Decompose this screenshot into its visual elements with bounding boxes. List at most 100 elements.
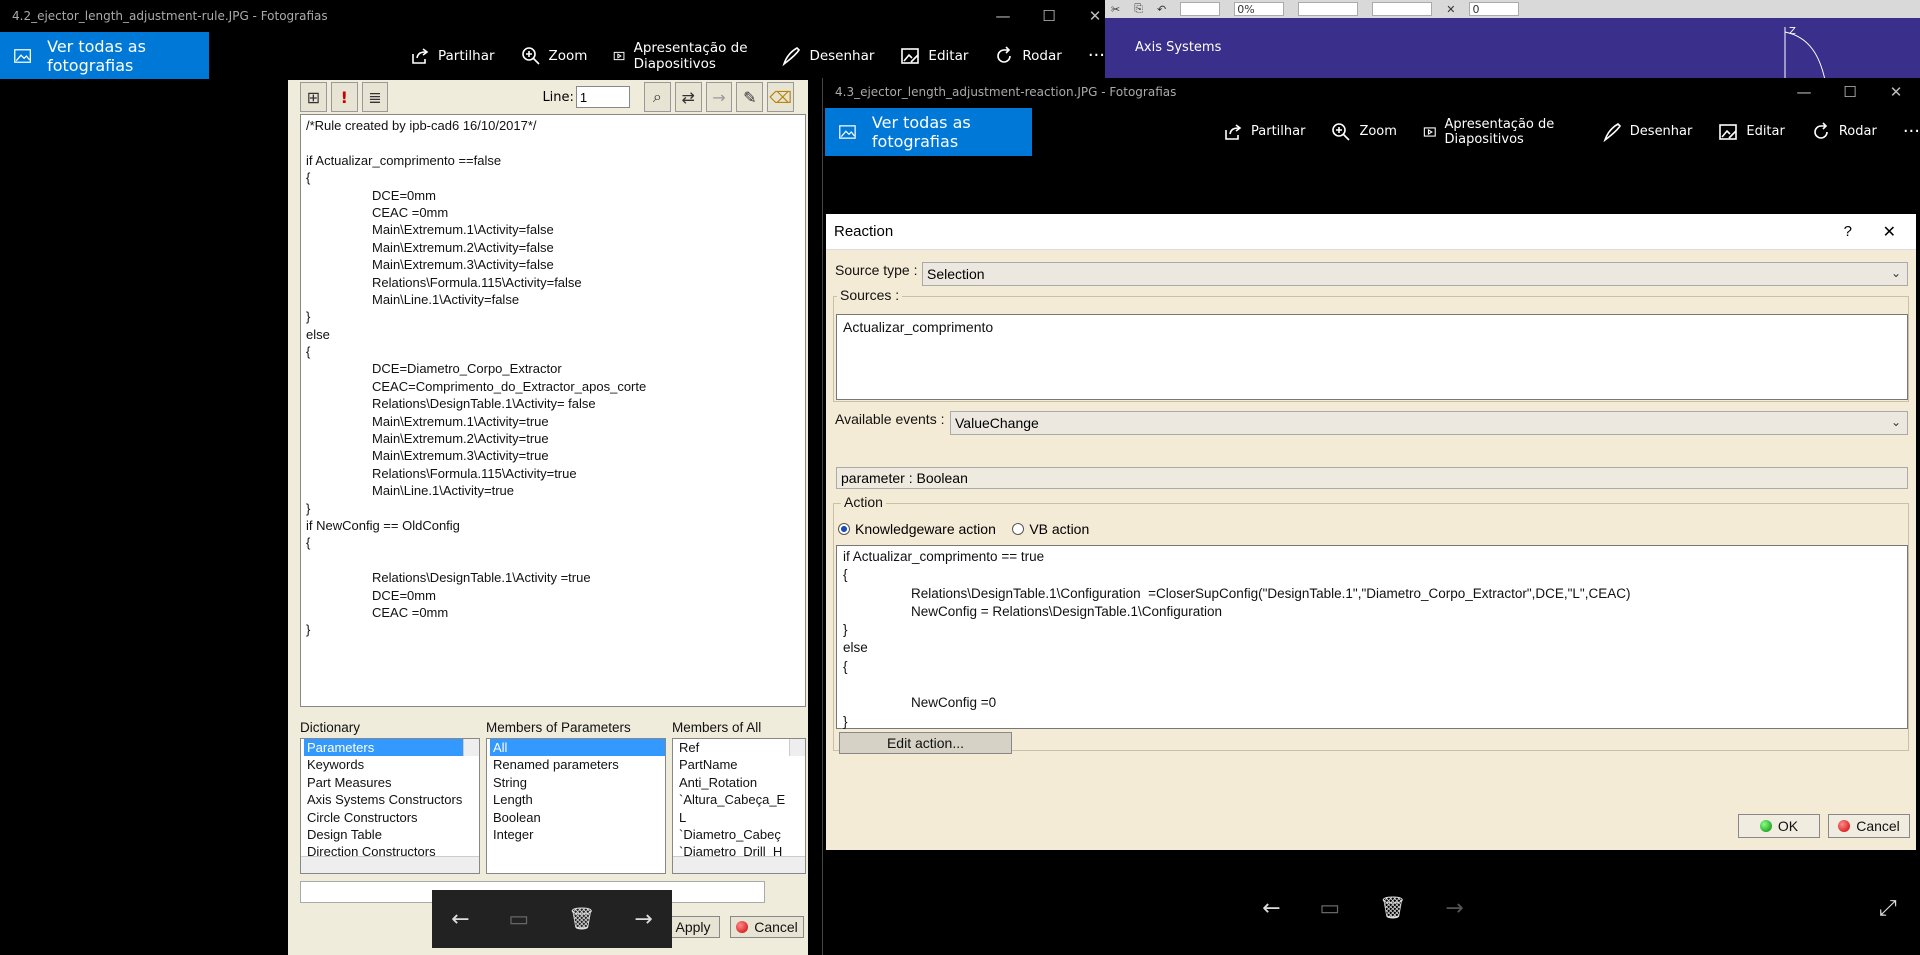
previous-arrow-icon[interactable]: ← — [451, 907, 469, 932]
reaction-titlebar: Reaction ? ✕ — [826, 214, 1916, 250]
comment-icon[interactable]: ✎ — [736, 82, 764, 112]
filmstrip-icon[interactable]: ▭ — [1319, 896, 1340, 921]
code-line: Main\Line.1\Activity=false — [372, 291, 520, 307]
search-replace-icon[interactable]: ⇄ — [674, 82, 702, 112]
binoculars-icon[interactable]: ⌕ — [643, 82, 671, 112]
members-all-item[interactable]: PartName — [676, 756, 805, 773]
slideshow-button[interactable]: Apresentação de Diapositivos — [1423, 117, 1576, 147]
dictionary-item[interactable]: Part Measures — [304, 774, 479, 791]
undo-icon[interactable]: ↶ — [1157, 3, 1166, 16]
dictionary-item[interactable]: Keywords — [304, 756, 479, 773]
draw-label: Desenhar — [1629, 124, 1693, 139]
catia-tree-axis-systems[interactable]: Axis Systems — [1135, 40, 1221, 55]
members-all-list[interactable]: Ref PartName Anti_Rotation `Altura_Cabeça_E… — [672, 738, 806, 874]
members-params-item[interactable]: String — [490, 774, 665, 791]
members-all-hscrollbar[interactable] — [673, 855, 805, 873]
see-all-photos-button[interactable]: Ver todas as fotografias — [0, 32, 209, 79]
members-all-item[interactable]: `Altura_Cabeça_E — [676, 791, 805, 808]
members-all-item[interactable]: `Diametro_Cabeç — [676, 826, 805, 843]
copy-icon[interactable]: ⎘ — [1134, 2, 1143, 16]
draw-button[interactable]: Desenhar — [781, 46, 874, 66]
members-params-item[interactable]: Renamed parameters — [490, 756, 665, 773]
catia-lineweight[interactable] — [1372, 2, 1433, 16]
pen-icon — [1603, 122, 1621, 142]
catia-zoom-field[interactable]: 0% — [1234, 2, 1285, 16]
check-syntax-icon[interactable]: ! — [330, 82, 358, 112]
edit-button[interactable]: Editar — [1718, 122, 1785, 142]
code-line: Main\Line.1\Activity=true — [372, 483, 514, 499]
knowledgeware-radio[interactable]: Knowledgeware action — [838, 521, 996, 537]
source-type-select[interactable]: Selection ⌄ — [922, 262, 1908, 286]
delete-icon[interactable]: 🗑 — [1379, 896, 1407, 921]
maximize-button[interactable]: ☐ — [1827, 78, 1873, 106]
dictionary-item[interactable]: Parameters — [304, 739, 479, 757]
events-select[interactable]: ValueChange ⌄ — [950, 411, 1908, 435]
dictionary-hscrollbar[interactable] — [301, 855, 479, 873]
minimize-button[interactable]: — — [1781, 78, 1827, 106]
more-button[interactable]: ··· — [1903, 121, 1920, 142]
dictionary-item[interactable]: Axis Systems Constructors — [304, 791, 479, 808]
members-all-item[interactable]: L — [676, 809, 805, 826]
catia-input[interactable] — [1180, 2, 1221, 16]
ok-button[interactable]: OK — [1738, 814, 1820, 838]
rule-code-editor[interactable]: /*Rule created by ipb-cad6 16/10/2017*/ i… — [300, 114, 806, 707]
more-button[interactable]: ··· — [1088, 45, 1105, 66]
line-input[interactable] — [575, 86, 630, 108]
next-arrow-icon[interactable]: → — [1445, 896, 1463, 921]
edit-action-label: Edit action... — [886, 735, 965, 751]
fullscreen-icon[interactable]: ⤢ — [1879, 896, 1897, 921]
members-params-item[interactable]: All — [490, 739, 665, 757]
apply-label: Apply — [675, 919, 711, 935]
members-params-item[interactable]: Length — [490, 791, 665, 808]
rotate-button[interactable]: Rodar — [1811, 121, 1877, 142]
dictionary-scrollbar[interactable] — [463, 739, 479, 757]
catia-value-field[interactable]: 0 — [1469, 2, 1520, 16]
edit-button[interactable]: Editar — [900, 46, 968, 66]
maximize-button[interactable]: ☐ — [1026, 0, 1072, 32]
members-all-item[interactable]: Anti_Rotation — [676, 774, 805, 791]
share-button[interactable]: Partilhar — [410, 46, 495, 66]
rule-tree-icon[interactable]: ⊞ — [300, 82, 327, 112]
format-icon[interactable]: ≣ — [361, 82, 389, 112]
cancel-button[interactable]: Cancel — [730, 916, 804, 938]
previous-arrow-icon[interactable]: ← — [1262, 896, 1280, 921]
catia-close-icon[interactable]: ✕ — [1446, 3, 1455, 16]
dictionary-item[interactable]: Circle Constructors — [304, 809, 479, 826]
filmstrip-icon[interactable]: ▭ — [508, 907, 529, 932]
sources-list[interactable]: Actualizar_comprimento — [836, 314, 1908, 400]
zoom-button[interactable]: Zoom — [521, 46, 587, 66]
dictionary-list[interactable]: Parameters Keywords Part Measures Axis Syst… — [300, 738, 480, 874]
minimize-button[interactable]: — — [980, 0, 1026, 32]
help-button[interactable]: ? — [1844, 223, 1852, 240]
cancel-button[interactable]: Cancel — [1828, 814, 1910, 838]
members-all-item[interactable]: Ref — [676, 739, 805, 756]
close-button[interactable]: ✕ — [1883, 222, 1896, 242]
catia-linetype[interactable] — [1298, 2, 1359, 16]
delete-icon[interactable]: 🗑 — [568, 907, 596, 932]
eraser-icon[interactable]: ⌫ — [767, 82, 794, 112]
draw-button[interactable]: Desenhar — [1602, 122, 1693, 142]
members-all-scrollbar[interactable] — [789, 739, 805, 757]
edit-action-button[interactable]: Edit action... — [839, 732, 1012, 754]
action-code-editor[interactable]: if Actualizar_comprimento == true {Relati… — [836, 545, 1908, 729]
members-params-item[interactable]: Integer — [490, 826, 665, 843]
members-params-item[interactable]: Boolean — [490, 809, 665, 826]
rotate-label: Rodar — [1838, 124, 1877, 139]
tool-icon[interactable]: ✂ — [1111, 3, 1120, 16]
rotate-button[interactable]: Rodar — [994, 45, 1062, 66]
close-button[interactable]: ✕ — [1873, 78, 1919, 106]
members-params-list[interactable]: All Renamed parameters String Length Boolean… — [486, 738, 666, 874]
vb-radio[interactable]: VB action — [1012, 521, 1089, 537]
dictionary-item[interactable]: Design Table — [304, 826, 479, 843]
next-arrow-icon[interactable]: → — [634, 907, 652, 932]
slideshow-button[interactable]: Apresentação de Diapositivos — [613, 40, 755, 72]
source-item[interactable]: Actualizar_comprimento — [843, 319, 993, 335]
see-all-photos-button[interactable]: Ver todas as fotografias — [825, 108, 1032, 156]
code-line: Relations\DesignTable.1\Activity= false — [372, 396, 596, 412]
zoom-button[interactable]: Zoom — [1331, 122, 1397, 142]
events-label: Available events : — [835, 411, 945, 427]
goto-icon[interactable]: → — [705, 82, 733, 112]
share-button[interactable]: Partilhar — [1223, 122, 1305, 142]
